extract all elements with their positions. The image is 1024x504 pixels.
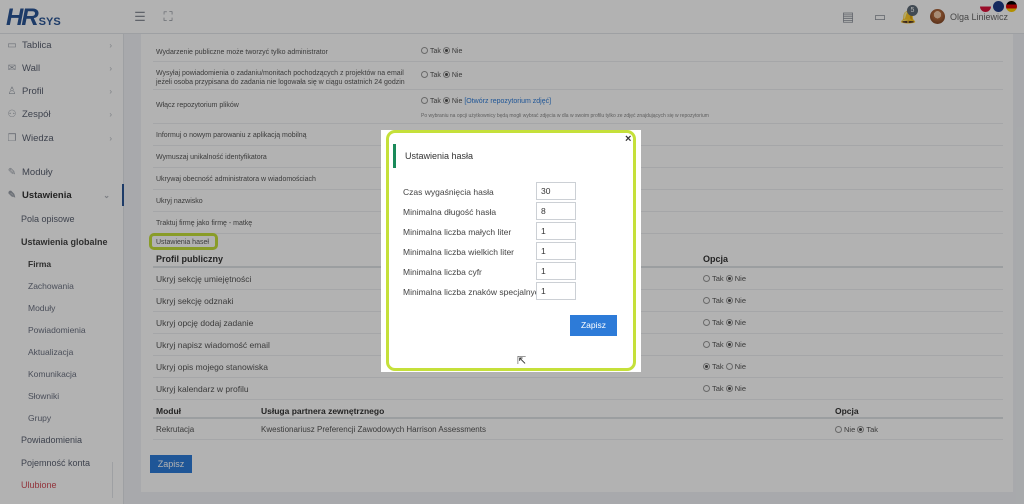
highlight-ring-modal bbox=[386, 130, 636, 371]
